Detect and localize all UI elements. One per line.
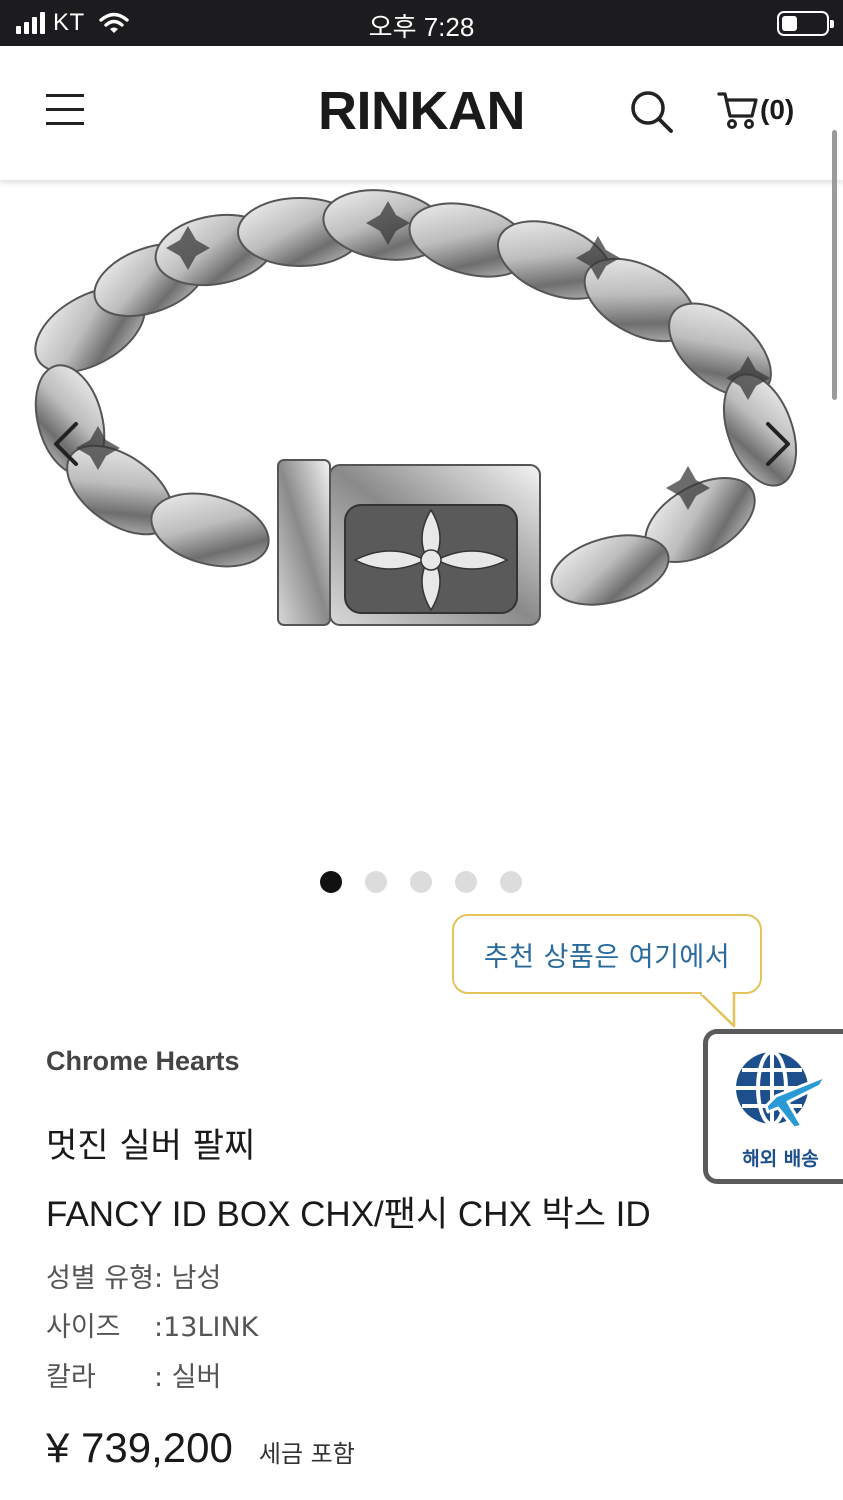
spec-size: 사이즈 :13LINK [46,1305,258,1344]
product-name-english: FANCY ID BOX CHX/팬시 CHX 박스 ID [46,1195,651,1234]
product-price: ¥ 739,200 [46,1424,233,1471]
product-brand[interactable]: Chrome Hearts [46,1046,240,1077]
tooltip-text: 추천 상품은 여기에서 [483,941,731,973]
tax-note: 세금 포함 [258,1440,355,1468]
globe-airplane-icon [736,1050,828,1130]
gallery-next-arrow[interactable] [762,420,796,468]
cart-count: (0) [760,94,795,125]
cart-icon [717,92,758,129]
battery-icon [777,11,834,36]
price-row: ¥ 739,200 세금 포함 [46,1424,355,1472]
spec-gender: 성별 유형: 남성 [46,1256,221,1295]
status-bar: KT 오후 7:28 [0,0,843,46]
product-name-korean: 멋진 실버 팔찌 [46,1126,256,1166]
tooltip-tail [700,992,736,1028]
spec-size-value: :13LINK [154,1312,259,1343]
spec-gender-text: 성별 유형: 남성 [46,1263,222,1294]
gallery-pagination [320,871,522,893]
status-time: 오후 7:28 [368,12,475,42]
overseas-shipping-button[interactable]: 해외 배송 [703,1029,843,1184]
spec-size-label: 사이즈 [46,1312,121,1343]
spec-color-label: 칼라 [46,1362,96,1393]
pagination-dot-4[interactable] [455,871,477,893]
pagination-dot-1[interactable] [320,871,342,893]
pagination-dot-5[interactable] [500,871,522,893]
pagination-dot-2[interactable] [365,871,387,893]
overseas-shipping-label: 해외 배송 [742,1148,819,1170]
gallery-prev-arrow[interactable] [48,420,82,468]
search-icon[interactable] [628,88,674,134]
site-header: RINKAN (0) [0,46,843,180]
spec-color-value: : 실버 [154,1362,222,1393]
spec-color: 칼라 : 실버 [46,1355,221,1394]
product-image[interactable] [0,180,843,830]
pagination-dot-3[interactable] [410,871,432,893]
recommendation-tooltip[interactable]: 추천 상품은 여기에서 [452,914,762,994]
silver-bracelet-photo [34,189,798,626]
cart-button[interactable]: (0) [716,86,794,134]
page-scrollbar[interactable] [832,130,837,400]
